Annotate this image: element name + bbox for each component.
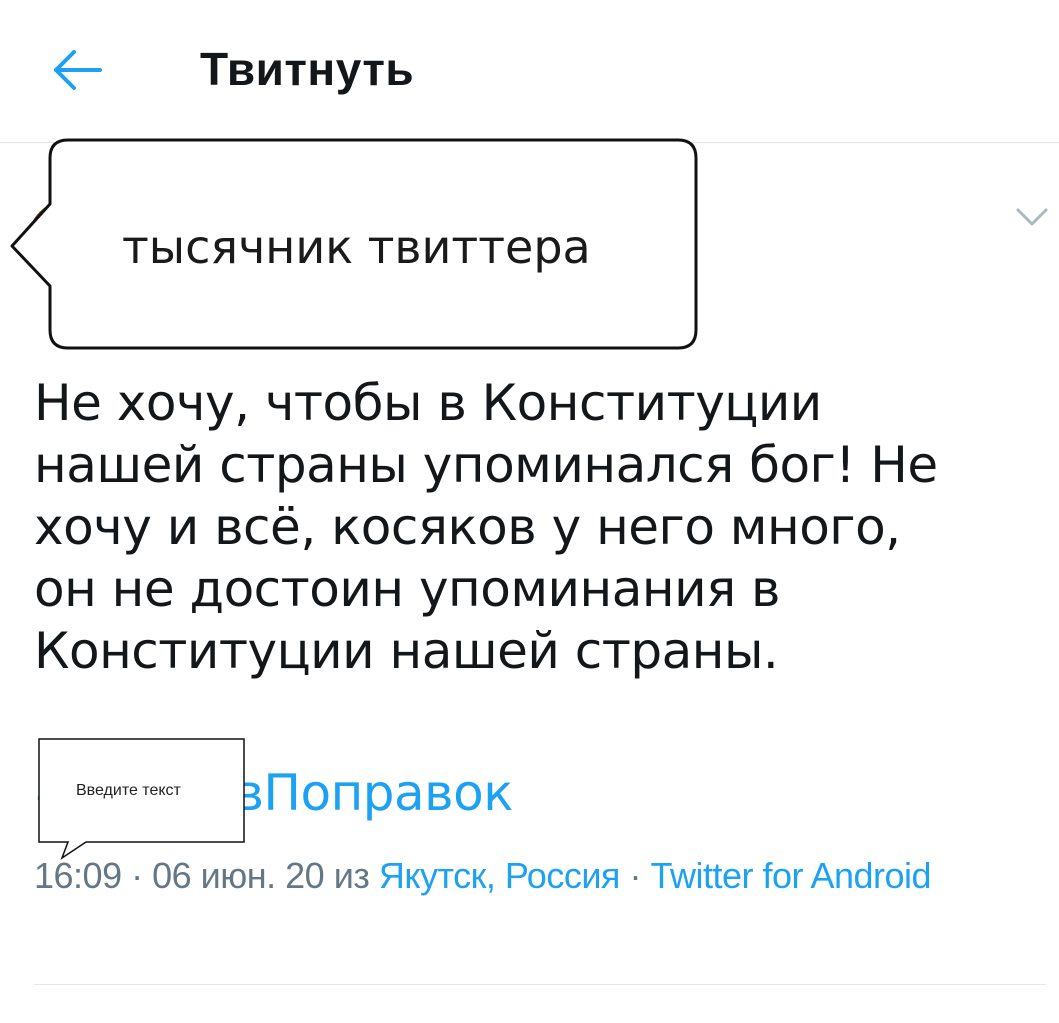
meta-separator: · xyxy=(629,855,641,896)
tweet-text-line: нашей страны упоминался бог! Не xyxy=(34,436,938,494)
tweet-meta: 16:09 · 06 июн. 20 из Якутск, Россия · T… xyxy=(34,850,1034,902)
tweet-page: Твитнуть тысячник твиттера Не хочу, чтоб… xyxy=(0,0,1059,1023)
bottom-divider xyxy=(34,984,1046,985)
source-link[interactable]: Twitter for Android xyxy=(650,855,931,896)
tweet-date: 06 июн. 20 xyxy=(152,855,325,896)
tweet-text-line: Не хочу, чтобы в Конституции xyxy=(34,374,822,432)
meta-separator: · xyxy=(131,855,143,896)
arrow-left-icon xyxy=(54,50,102,90)
input-bubble-text: Введите текст xyxy=(76,782,181,799)
back-button[interactable] xyxy=(44,42,108,98)
from-word: из xyxy=(333,855,370,896)
app-header: Твитнуть xyxy=(0,0,1059,142)
tweet-time: 16:09 xyxy=(34,855,122,896)
tweet-body: Не хочу, чтобы в Конституции нашей стран… xyxy=(34,372,1034,682)
location-link[interactable]: Якутск, Россия xyxy=(379,855,621,896)
tweet-text-line: Конституции нашей страны. xyxy=(34,622,779,680)
page-title: Твитнуть xyxy=(200,43,415,95)
chevron-down-icon xyxy=(1016,208,1048,226)
tweet-options-button[interactable] xyxy=(1010,200,1054,236)
tweet-text-line: он не достоин упоминания в xyxy=(34,560,781,618)
name-bubble-text: тысячник твиттера xyxy=(122,220,591,274)
tweet-text-line: хочу и всё, косяков у него много, xyxy=(34,498,901,556)
